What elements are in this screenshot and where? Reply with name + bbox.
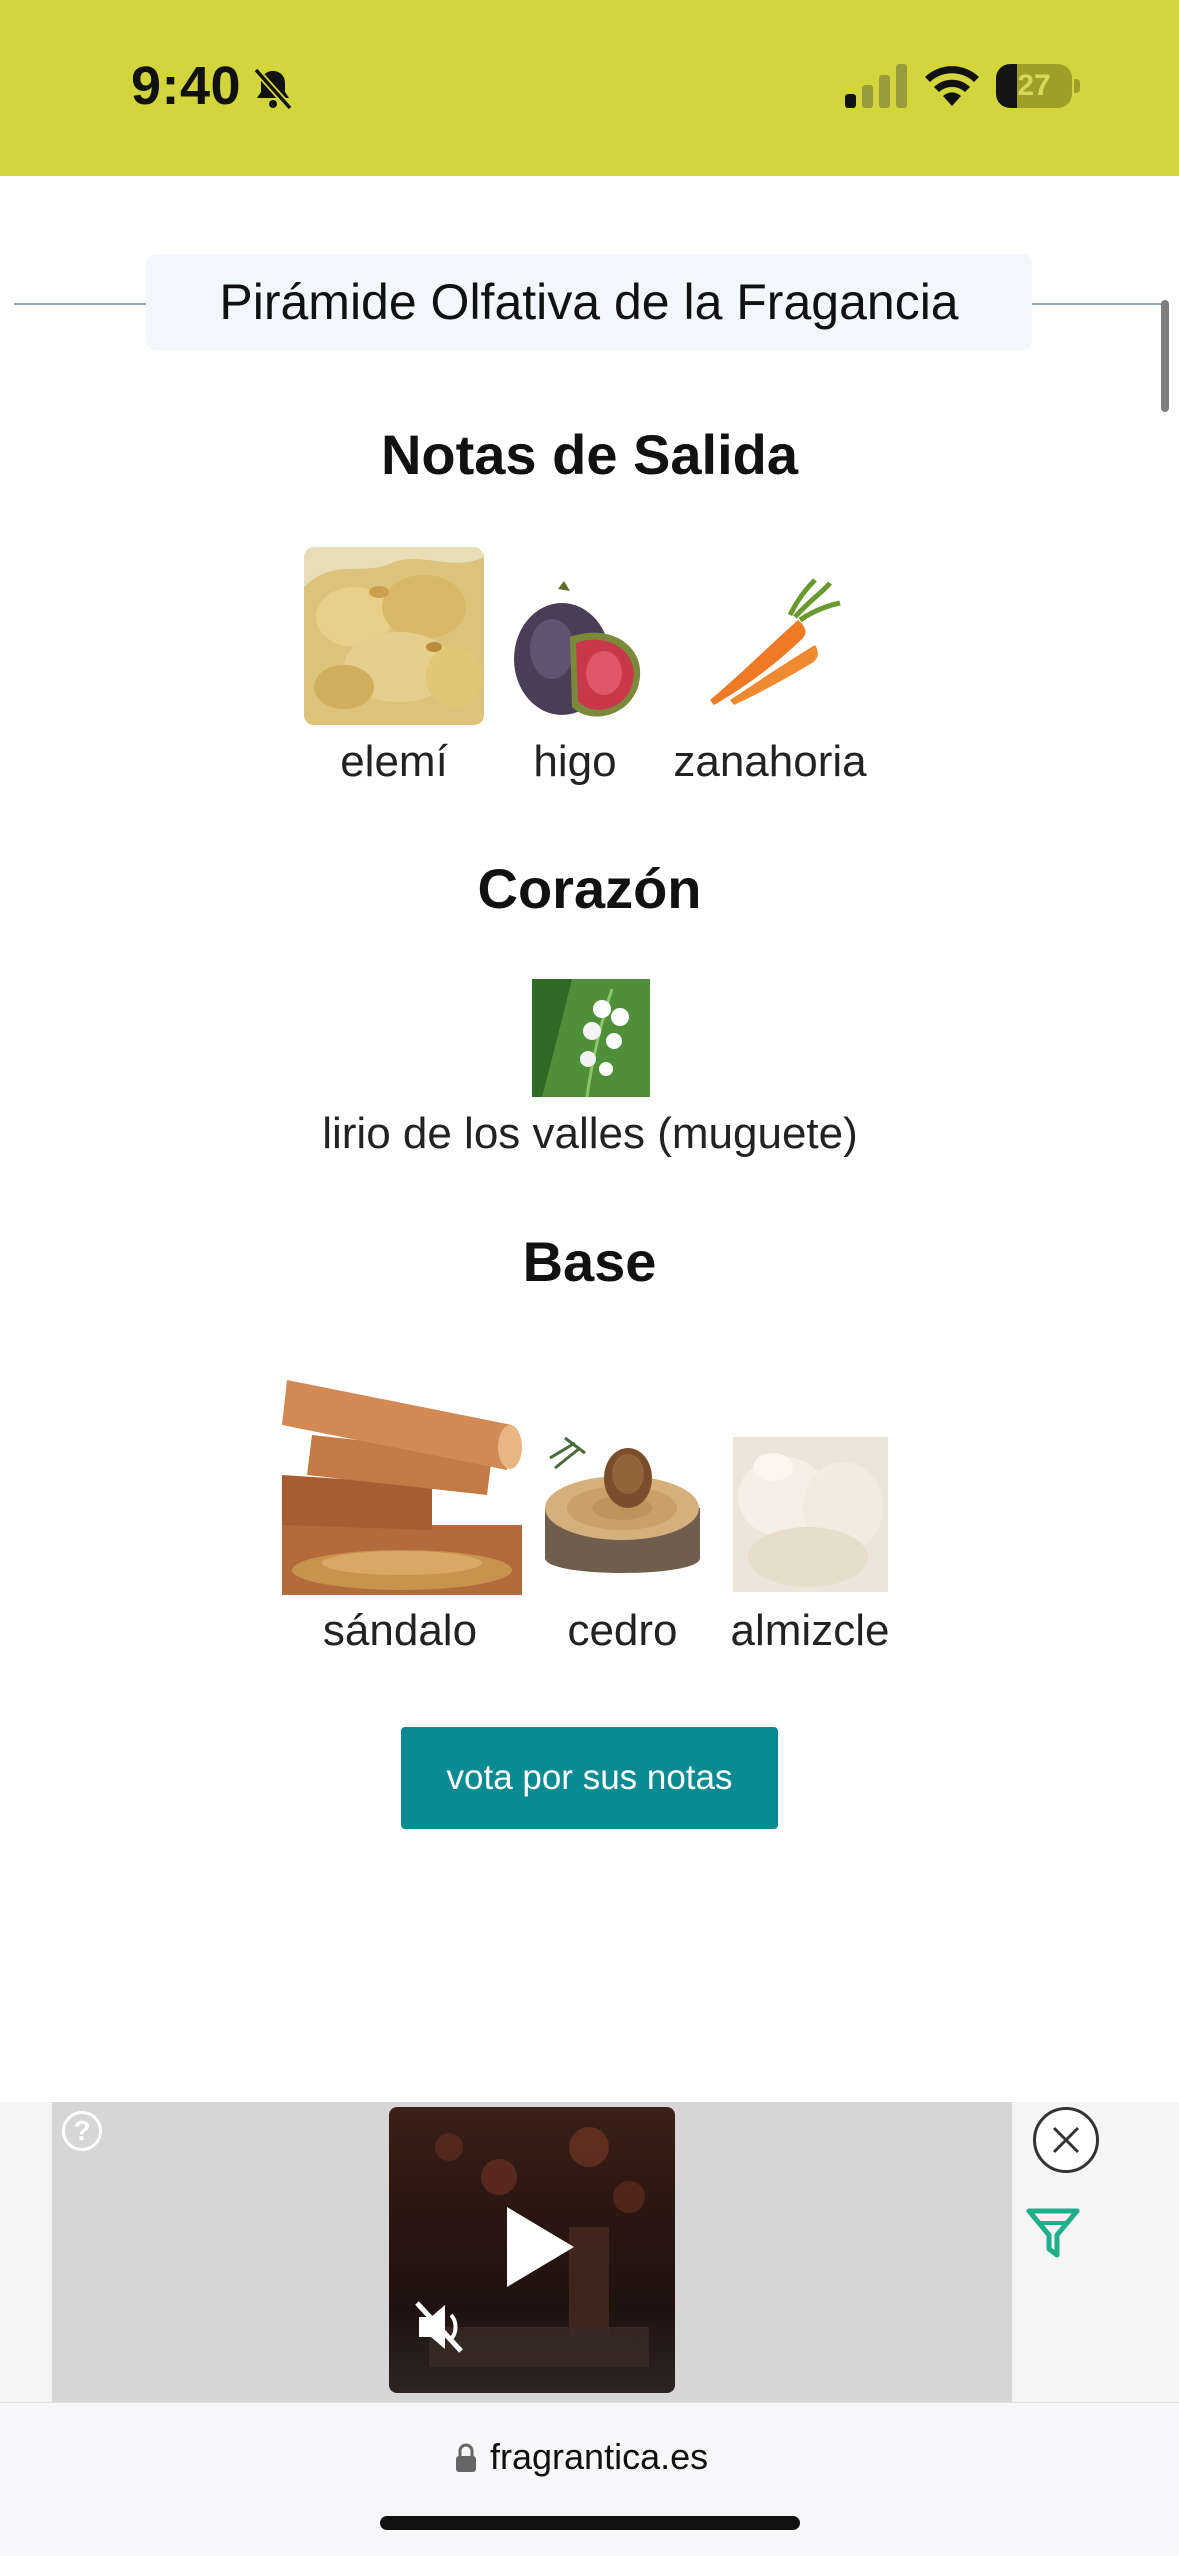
note-image-almizcle[interactable] bbox=[733, 1437, 888, 1592]
url-domain[interactable]: fragrantica.es bbox=[490, 2436, 708, 2478]
status-bar: 9:40 27 bbox=[0, 0, 1179, 176]
note-image-lirio-de-los-valles[interactable] bbox=[532, 979, 650, 1097]
note-label-lirio-de-los-valles[interactable]: lirio de los valles (muguete) bbox=[240, 1109, 940, 1159]
filter-icon[interactable] bbox=[1025, 2205, 1081, 2261]
note-label-elemi[interactable]: elemí bbox=[294, 737, 494, 787]
note-label-zanahoria[interactable]: zanahoria bbox=[660, 737, 880, 787]
url-bar[interactable] bbox=[0, 2402, 1179, 2556]
note-label-cedro[interactable]: cedro bbox=[530, 1606, 715, 1656]
note-image-higo[interactable] bbox=[500, 577, 650, 727]
divider-line-right bbox=[1032, 303, 1168, 305]
note-image-elemi[interactable] bbox=[304, 547, 484, 725]
close-icon[interactable] bbox=[1033, 2107, 1099, 2173]
battery-level: 27 bbox=[1017, 69, 1051, 102]
note-label-sandalo[interactable]: sándalo bbox=[290, 1606, 510, 1656]
section-title-base-notes: Base bbox=[522, 1230, 657, 1293]
bell-slash-icon bbox=[253, 67, 293, 111]
section-title-top-notes: Notas de Salida bbox=[380, 423, 799, 486]
note-label-almizcle[interactable]: almizcle bbox=[715, 1606, 905, 1656]
ad-video[interactable] bbox=[389, 2107, 675, 2393]
vote-notes-button[interactable]: vota por sus notas bbox=[401, 1727, 778, 1829]
note-label-higo[interactable]: higo bbox=[495, 737, 655, 787]
scrollbar-thumb[interactable] bbox=[1161, 300, 1169, 412]
cellular-signal-icon bbox=[845, 64, 907, 108]
section-title-heart-notes: Corazón bbox=[477, 857, 702, 920]
pyramid-title: Pirámide Olfativa de la Fragancia bbox=[146, 254, 1032, 350]
lock-icon bbox=[456, 2443, 476, 2472]
home-indicator[interactable] bbox=[380, 2516, 800, 2530]
muted-speaker-icon[interactable] bbox=[415, 2301, 463, 2353]
play-icon[interactable] bbox=[507, 2207, 574, 2287]
status-time: 9:40 bbox=[131, 56, 242, 116]
note-image-cedro[interactable] bbox=[540, 1428, 705, 1593]
note-image-zanahoria[interactable] bbox=[690, 575, 850, 715]
divider-line-left bbox=[14, 303, 146, 305]
note-image-sandalo[interactable] bbox=[282, 1355, 522, 1595]
help-icon[interactable]: ? bbox=[62, 2111, 102, 2151]
battery-icon: 27 bbox=[996, 64, 1080, 108]
wifi-icon bbox=[925, 66, 979, 106]
